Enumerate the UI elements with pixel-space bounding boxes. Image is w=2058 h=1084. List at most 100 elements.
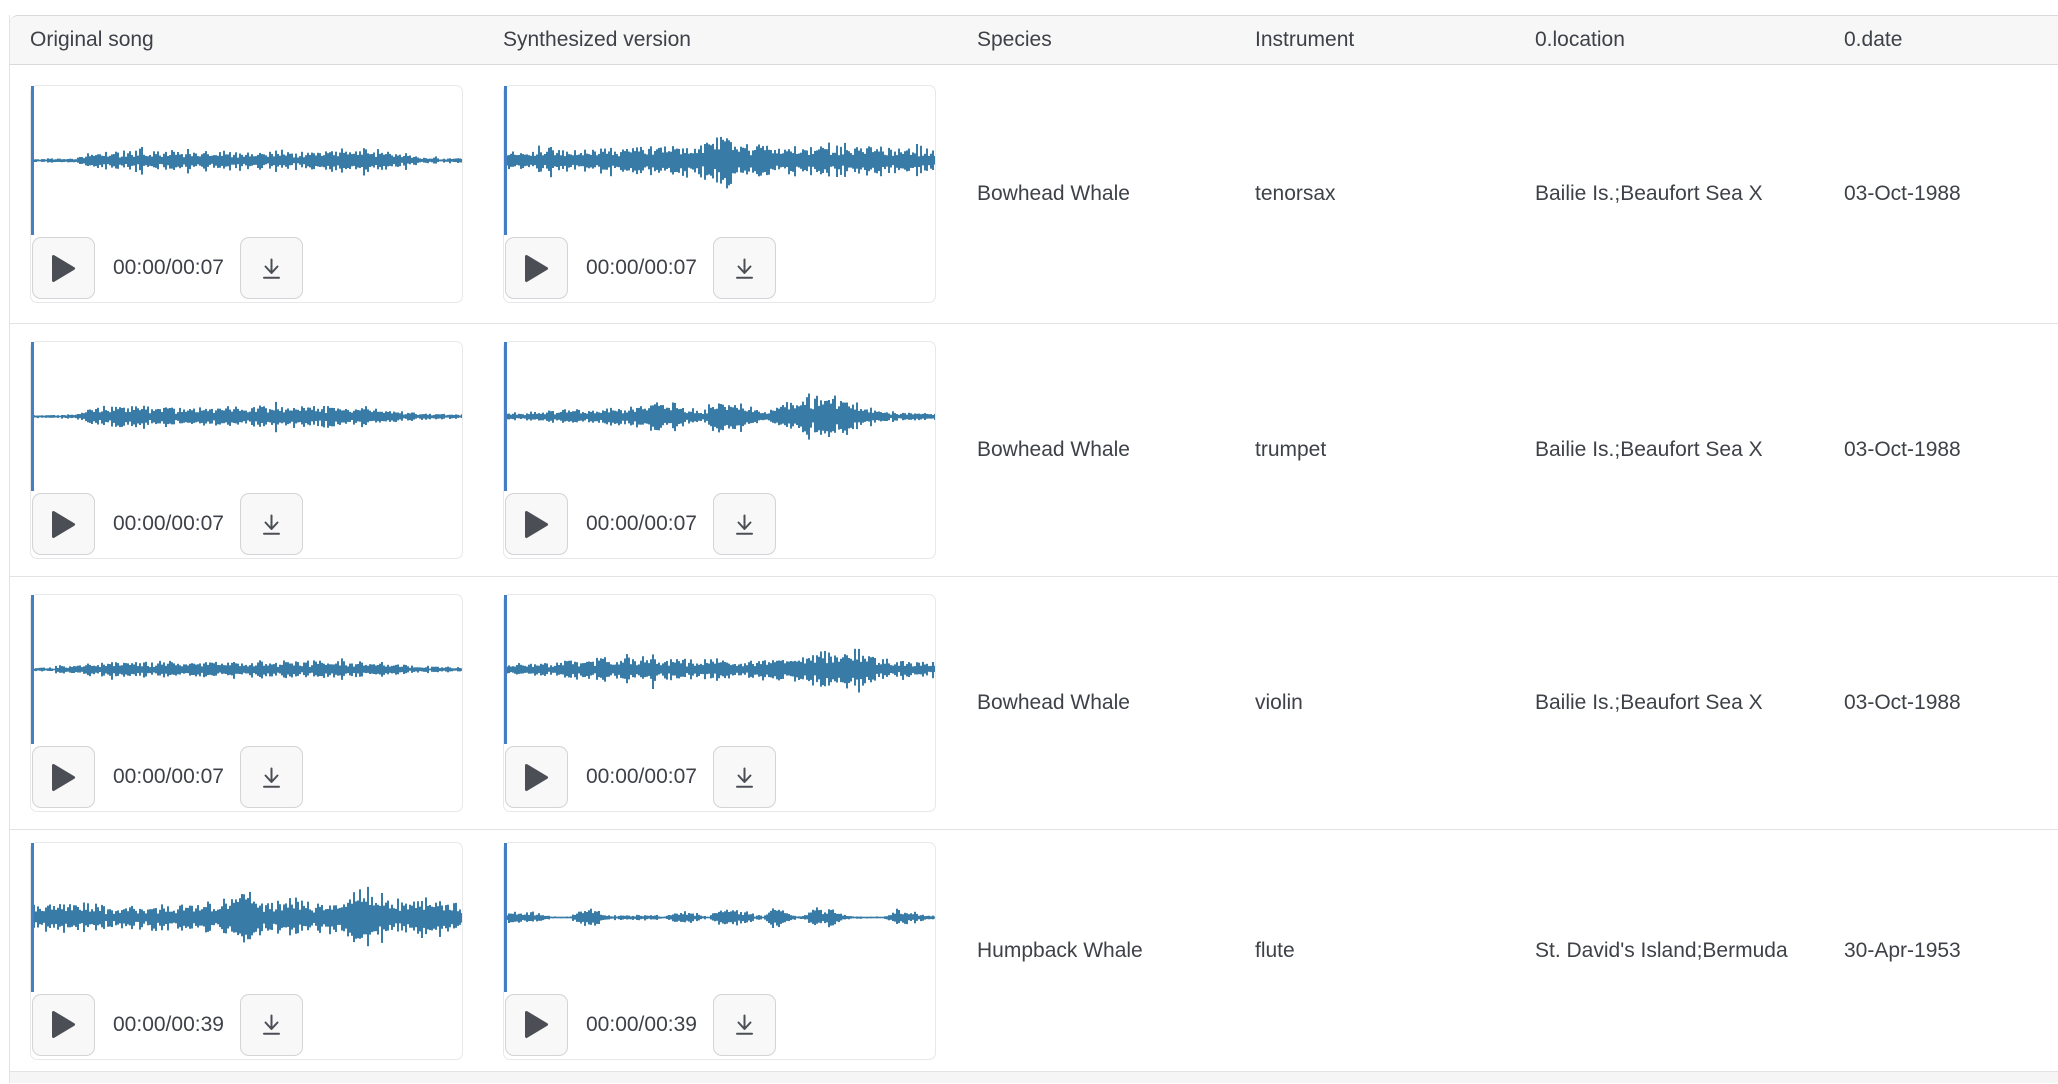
download-icon (258, 764, 285, 791)
play-button[interactable] (505, 746, 568, 808)
audio-player-synthesized: 00:00/00:39 (503, 842, 936, 1060)
time-display: 00:00/00:07 (113, 256, 224, 280)
time-display: 00:00/00:07 (586, 765, 697, 789)
original-song-cell: 00:00/00:39 (10, 830, 483, 1071)
table-row: 00:00/00:07 (10, 577, 2058, 830)
waveform[interactable] (31, 843, 462, 992)
location-cell: Bailie Is.;Beaufort Sea X (1515, 65, 1824, 323)
play-icon (524, 254, 549, 283)
species-cell: Humpback Whale (957, 830, 1235, 1071)
play-icon (51, 510, 76, 539)
instrument-cell: flute (1235, 830, 1515, 1071)
waveform[interactable] (31, 342, 462, 491)
original-song-cell: 00:00/00:07 (10, 65, 483, 323)
playhead-cursor[interactable] (31, 342, 34, 491)
date-cell: 03-Oct-1988 (1824, 324, 2058, 576)
waveform[interactable] (31, 86, 462, 235)
download-icon (258, 1011, 285, 1038)
instrument-cell: trumpet (1235, 324, 1515, 576)
playhead-cursor[interactable] (31, 86, 34, 235)
audio-player-original: 00:00/00:07 (30, 85, 463, 303)
play-icon (51, 763, 76, 792)
audio-controls: 00:00/00:07 (31, 492, 462, 556)
species-cell: Bowhead Whale (957, 324, 1235, 576)
table-row: 00:00/00:39 (10, 830, 2058, 1072)
play-icon (51, 254, 76, 283)
time-display: 00:00/00:07 (113, 765, 224, 789)
download-button[interactable] (240, 493, 303, 555)
audio-player-synthesized: 00:00/00:07 (503, 594, 936, 812)
play-button[interactable] (32, 493, 95, 555)
time-display: 00:00/00:07 (586, 256, 697, 280)
audio-controls: 00:00/00:07 (504, 745, 935, 809)
table-row: 00:00/00:07 (10, 324, 2058, 577)
download-icon (731, 255, 758, 282)
location-cell: Bailie Is.;Beaufort Sea X (1515, 577, 1824, 829)
waveform[interactable] (504, 342, 935, 491)
download-button[interactable] (240, 237, 303, 299)
playhead-cursor[interactable] (31, 843, 34, 992)
play-icon (51, 1010, 76, 1039)
download-button[interactable] (713, 746, 776, 808)
play-button[interactable] (32, 746, 95, 808)
waveform[interactable] (504, 843, 935, 992)
synthesized-version-cell: 00:00/00:07 (483, 65, 957, 323)
column-header-original-song: Original song (10, 16, 483, 64)
dataframe-table: Original song Synthesized version Specie… (9, 15, 2058, 1083)
play-button[interactable] (32, 237, 95, 299)
column-header-instrument: Instrument (1235, 16, 1515, 64)
play-button[interactable] (32, 994, 95, 1056)
download-button[interactable] (713, 237, 776, 299)
download-button[interactable] (240, 994, 303, 1056)
play-button[interactable] (505, 493, 568, 555)
play-icon (524, 763, 549, 792)
horizontal-scrollbar-track[interactable] (10, 1072, 2058, 1083)
audio-controls: 00:00/00:39 (504, 993, 935, 1057)
audio-controls: 00:00/00:07 (31, 236, 462, 300)
play-icon (524, 1010, 549, 1039)
waveform[interactable] (504, 595, 935, 744)
playhead-cursor[interactable] (504, 86, 507, 235)
species-cell: Bowhead Whale (957, 65, 1235, 323)
audio-controls: 00:00/00:39 (31, 993, 462, 1057)
synthesized-version-cell: 00:00/00:07 (483, 577, 957, 829)
download-icon (731, 1011, 758, 1038)
audio-controls: 00:00/00:07 (31, 745, 462, 809)
location-cell: Bailie Is.;Beaufort Sea X (1515, 324, 1824, 576)
audio-player-original: 00:00/00:39 (30, 842, 463, 1060)
original-song-cell: 00:00/00:07 (10, 324, 483, 576)
time-display: 00:00/00:39 (113, 1013, 224, 1037)
playhead-cursor[interactable] (31, 595, 34, 744)
audio-controls: 00:00/00:07 (504, 492, 935, 556)
synthesized-version-cell: 00:00/00:39 (483, 830, 957, 1071)
original-song-cell: 00:00/00:07 (10, 577, 483, 829)
download-button[interactable] (713, 994, 776, 1056)
audio-controls: 00:00/00:07 (504, 236, 935, 300)
playhead-cursor[interactable] (504, 342, 507, 491)
species-cell: Bowhead Whale (957, 577, 1235, 829)
download-button[interactable] (240, 746, 303, 808)
play-button[interactable] (505, 237, 568, 299)
download-icon (258, 511, 285, 538)
column-header-location: 0.location (1515, 16, 1824, 64)
play-button[interactable] (505, 994, 568, 1056)
audio-player-synthesized: 00:00/00:07 (503, 85, 936, 303)
playhead-cursor[interactable] (504, 595, 507, 744)
time-display: 00:00/00:07 (113, 512, 224, 536)
download-icon (731, 764, 758, 791)
waveform[interactable] (31, 595, 462, 744)
time-display: 00:00/00:07 (586, 512, 697, 536)
date-cell: 03-Oct-1988 (1824, 577, 2058, 829)
table-body: 00:00/00:07 (10, 65, 2058, 1072)
column-header-date: 0.date (1824, 16, 2058, 64)
download-icon (258, 255, 285, 282)
instrument-cell: tenorsax (1235, 65, 1515, 323)
download-button[interactable] (713, 493, 776, 555)
time-display: 00:00/00:39 (586, 1013, 697, 1037)
waveform[interactable] (504, 86, 935, 235)
audio-player-original: 00:00/00:07 (30, 594, 463, 812)
synthesized-version-cell: 00:00/00:07 (483, 324, 957, 576)
playhead-cursor[interactable] (504, 843, 507, 992)
date-cell: 30-Apr-1953 (1824, 830, 2058, 1071)
column-header-species: Species (957, 16, 1235, 64)
